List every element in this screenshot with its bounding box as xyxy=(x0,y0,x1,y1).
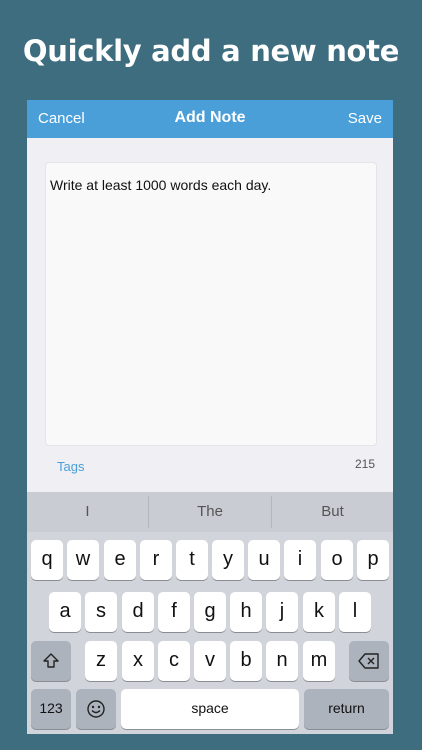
key-c[interactable]: c xyxy=(158,641,190,681)
phone-screen: Cancel Add Note Save Write at least 1000… xyxy=(27,100,393,734)
key-k[interactable]: k xyxy=(303,592,335,632)
key-o[interactable]: o xyxy=(321,540,353,580)
key-n[interactable]: n xyxy=(266,641,298,681)
key-j[interactable]: j xyxy=(266,592,298,632)
key-h[interactable]: h xyxy=(230,592,262,632)
save-button[interactable]: Save xyxy=(348,110,382,127)
headline: Quickly add a new note xyxy=(22,34,400,68)
character-count: 215 xyxy=(354,457,375,471)
key-b[interactable]: b xyxy=(230,641,262,681)
key-d[interactable]: d xyxy=(122,592,154,632)
key-r[interactable]: r xyxy=(140,540,172,580)
return-key[interactable]: return xyxy=(304,689,389,729)
key-x[interactable]: x xyxy=(122,641,154,681)
key-g[interactable]: g xyxy=(194,592,226,632)
key-l[interactable]: l xyxy=(339,592,371,632)
key-a[interactable]: a xyxy=(49,592,81,632)
tags-button[interactable]: Tags xyxy=(57,459,84,474)
key-i[interactable]: i xyxy=(284,540,316,580)
key-w[interactable]: w xyxy=(67,540,99,580)
space-key[interactable]: space xyxy=(121,689,299,729)
key-v[interactable]: v xyxy=(194,641,226,681)
key-e[interactable]: e xyxy=(104,540,136,580)
screen-title: Add Note xyxy=(174,109,246,126)
shift-icon xyxy=(43,653,59,668)
key-z[interactable]: z xyxy=(85,641,117,681)
key-y[interactable]: y xyxy=(212,540,244,580)
key-m[interactable]: m xyxy=(303,641,335,681)
suggestion-3[interactable]: But xyxy=(272,492,393,532)
key-f[interactable]: f xyxy=(158,592,190,632)
shift-key[interactable] xyxy=(31,641,71,681)
keyboard: I The But q w e r t y u i o p a s d f g … xyxy=(27,492,393,734)
numbers-key[interactable]: 123 xyxy=(31,689,71,729)
key-q[interactable]: q xyxy=(31,540,63,580)
note-text-area[interactable]: Write at least 1000 words each day. xyxy=(45,162,377,446)
suggestion-bar: I The But xyxy=(27,492,393,532)
emoji-icon xyxy=(87,700,105,718)
emoji-key[interactable] xyxy=(76,689,116,729)
delete-key[interactable] xyxy=(349,641,389,681)
key-t[interactable]: t xyxy=(176,540,208,580)
suggestion-1[interactable]: I xyxy=(27,492,148,532)
key-u[interactable]: u xyxy=(248,540,280,580)
suggestion-2[interactable]: The xyxy=(149,492,271,532)
key-p[interactable]: p xyxy=(357,540,389,580)
note-text: Write at least 1000 words each day. xyxy=(50,177,272,193)
navigation-bar: Cancel Add Note Save xyxy=(27,100,393,138)
key-s[interactable]: s xyxy=(85,592,117,632)
delete-icon xyxy=(358,653,379,669)
